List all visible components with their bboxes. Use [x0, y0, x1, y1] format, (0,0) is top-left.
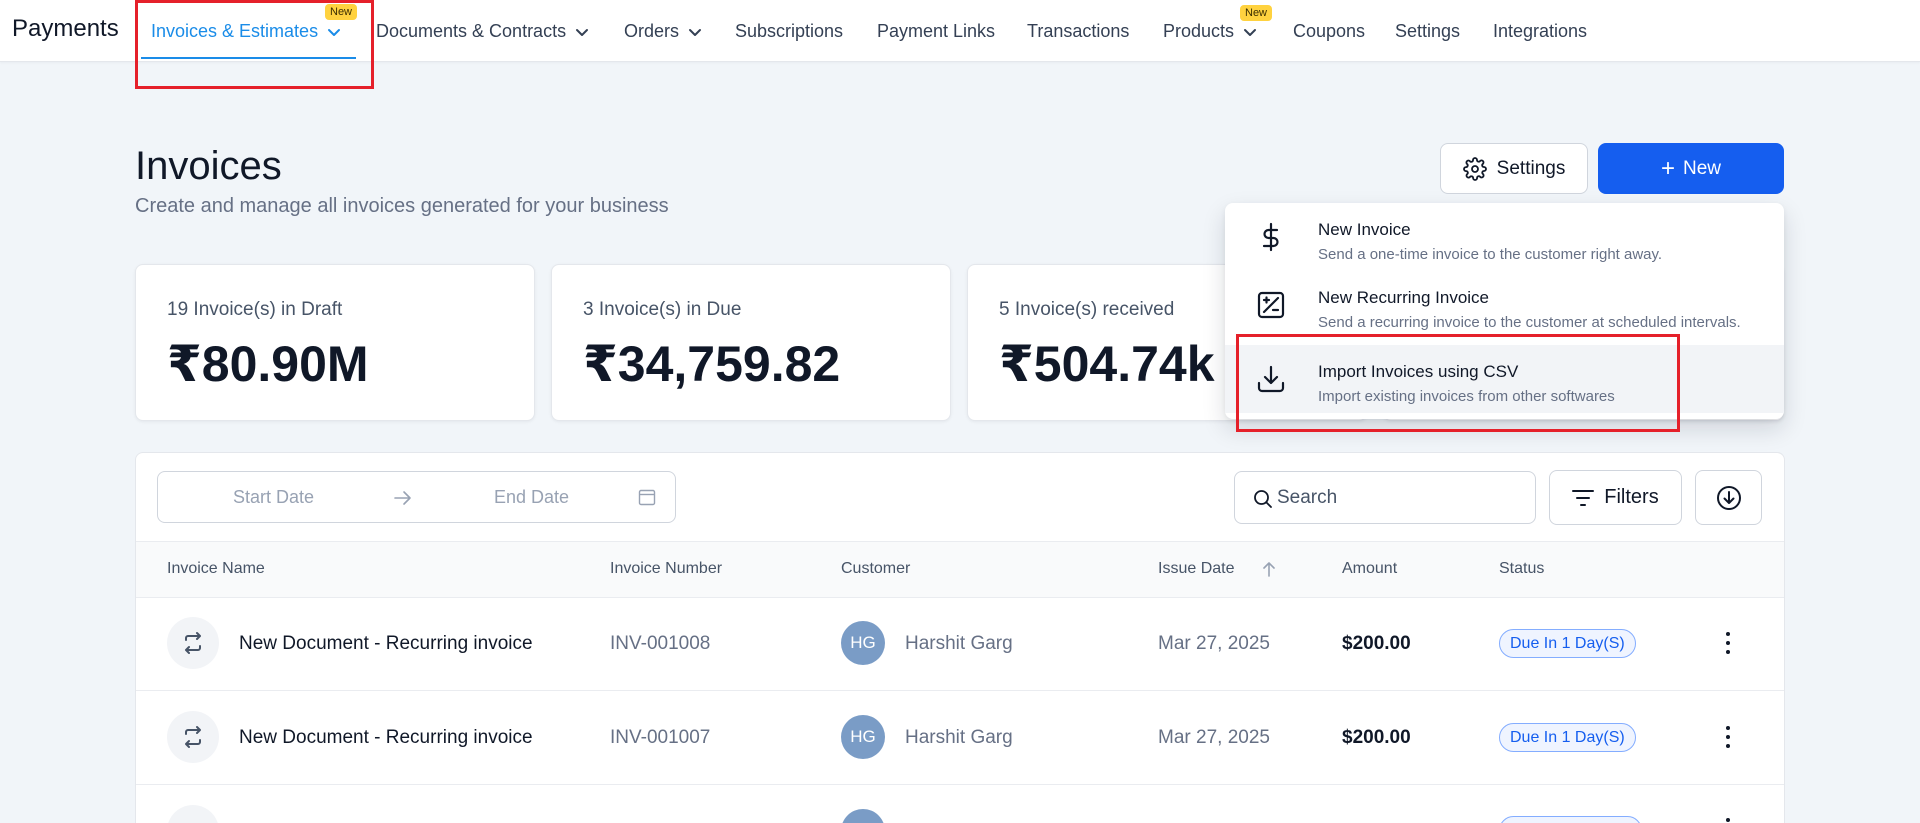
search-input[interactable] — [1277, 484, 1517, 512]
nav-tab-products[interactable]: Products — [1163, 21, 1257, 42]
invoice-number: INV-001008 — [610, 633, 711, 654]
more-options-icon[interactable] — [1718, 815, 1738, 823]
customer-name: Harshit Garg — [905, 633, 1013, 654]
stat-card-draft: 19 Invoice(s) in Draft ₹80.90M — [135, 264, 535, 421]
nav-tab-label: Orders — [624, 21, 680, 41]
end-date-placeholder: End Date — [494, 487, 570, 507]
nav-tab-orders[interactable]: Orders — [624, 21, 702, 42]
status-badge — [1499, 816, 1642, 823]
search-icon — [1254, 490, 1272, 508]
stat-label: 5 Invoice(s) received — [999, 299, 1175, 320]
nav-tab-label: Documents & Contracts — [376, 21, 567, 41]
column-header-invoice-name[interactable]: Invoice Name — [167, 560, 265, 578]
issue-date: Mar 27, 2025 — [1158, 727, 1270, 748]
invoice-name[interactable]: New Document - Recurring invoice — [239, 633, 533, 655]
invoice-number: INV-001007 — [610, 727, 711, 748]
invoice-name[interactable]: New Document - Recurring invoice — [239, 727, 533, 749]
filters-button-label: Filters — [1604, 486, 1659, 508]
menu-item-title: New Invoice — [1318, 220, 1411, 239]
search-field[interactable] — [1234, 471, 1536, 524]
chevron-down-icon — [576, 28, 589, 36]
menu-item-description: Send a one-time invoice to the customer … — [1318, 246, 1663, 263]
nav-tab-label: Products — [1163, 21, 1235, 41]
row-divider — [136, 784, 1784, 785]
plus-icon: + — [1660, 154, 1675, 182]
column-header-issue-date[interactable]: Issue Date — [1158, 560, 1234, 578]
avatar: HG — [841, 621, 885, 665]
menu-item-new-recurring-invoice[interactable]: New Recurring Invoice Send a recurring i… — [1225, 271, 1784, 339]
stat-label: 19 Invoice(s) in Draft — [167, 299, 343, 320]
status-badge: Due In 1 Day(S) — [1499, 629, 1636, 658]
calendar-icon — [638, 489, 656, 506]
highlight-annotation-box — [135, 0, 374, 89]
stat-label: 3 Invoice(s) in Due — [583, 299, 742, 320]
nav-tab-documents-contracts[interactable]: Documents & Contracts — [376, 21, 589, 42]
chevron-down-icon — [689, 28, 702, 36]
column-header-amount[interactable]: Amount — [1342, 560, 1397, 578]
column-header-status[interactable]: Status — [1499, 560, 1544, 578]
new-button[interactable]: + New — [1598, 143, 1784, 194]
settings-button[interactable]: Settings — [1440, 143, 1588, 194]
download-circle-icon — [1716, 485, 1741, 510]
avatar: HG — [841, 715, 885, 759]
recurring-invoice-icon — [1257, 291, 1285, 319]
menu-item-description: Send a recurring invoice to the customer… — [1318, 314, 1741, 331]
sort-arrow-up-icon[interactable] — [1262, 561, 1276, 577]
nav-tab-label: Settings — [1395, 21, 1461, 41]
nav-tab-subscriptions[interactable]: Subscriptions — [735, 21, 843, 42]
issue-date: Mar 27, 2025 — [1158, 633, 1270, 654]
nav-tab-label: Subscriptions — [735, 21, 844, 41]
amount: $200.00 — [1342, 727, 1411, 748]
arrow-right-icon — [394, 491, 411, 505]
chevron-down-icon — [1244, 28, 1257, 36]
new-badge: New — [1240, 5, 1273, 21]
nav-tab-label: Coupons — [1293, 21, 1366, 41]
brand-title: Payments — [12, 15, 119, 42]
amount: $200.00 — [1342, 633, 1411, 654]
recurring-icon — [167, 711, 219, 763]
more-options-icon[interactable] — [1718, 629, 1738, 657]
column-header-customer[interactable]: Customer — [841, 560, 910, 578]
nav-tab-label: Payment Links — [877, 21, 996, 41]
filters-button[interactable]: Filters — [1549, 470, 1682, 525]
menu-item-title: New Recurring Invoice — [1318, 288, 1490, 307]
nav-tab-payment-links[interactable]: Payment Links — [877, 21, 995, 42]
dollar-icon — [1262, 222, 1279, 252]
stat-value: ₹504.74k — [999, 336, 1215, 392]
gear-icon — [1462, 156, 1487, 181]
nav-tab-integrations[interactable]: Integrations — [1493, 21, 1587, 42]
stat-card-due: 3 Invoice(s) in Due ₹34,759.82 — [551, 264, 951, 421]
date-range-picker[interactable]: Start Date End Date — [157, 471, 676, 523]
nav-tab-transactions[interactable]: Transactions — [1027, 21, 1129, 42]
stat-value: ₹80.90M — [167, 336, 369, 392]
settings-button-label: Settings — [1496, 157, 1566, 179]
page-title: Invoices — [135, 144, 282, 188]
download-button[interactable] — [1695, 470, 1762, 525]
stat-value: ₹34,759.82 — [583, 336, 841, 392]
start-date-placeholder: Start Date — [233, 487, 315, 507]
row-divider — [136, 690, 1784, 691]
column-header-invoice-number[interactable]: Invoice Number — [610, 560, 722, 578]
status-badge: Due In 1 Day(S) — [1499, 723, 1636, 752]
page-subtitle: Create and manage all invoices generated… — [135, 195, 669, 217]
new-button-label: New — [1683, 157, 1722, 179]
filter-icon — [1572, 489, 1595, 506]
nav-tab-coupons[interactable]: Coupons — [1293, 21, 1365, 42]
highlight-annotation-box — [1236, 334, 1680, 432]
nav-tab-settings[interactable]: Settings — [1395, 21, 1460, 42]
recurring-icon — [167, 617, 219, 669]
more-options-icon[interactable] — [1718, 723, 1738, 751]
customer-name: Harshit Garg — [905, 727, 1013, 748]
nav-tab-label: Integrations — [1493, 21, 1588, 41]
nav-tab-label: Transactions — [1027, 21, 1130, 41]
menu-item-new-invoice[interactable]: New Invoice Send a one-time invoice to t… — [1225, 203, 1784, 271]
